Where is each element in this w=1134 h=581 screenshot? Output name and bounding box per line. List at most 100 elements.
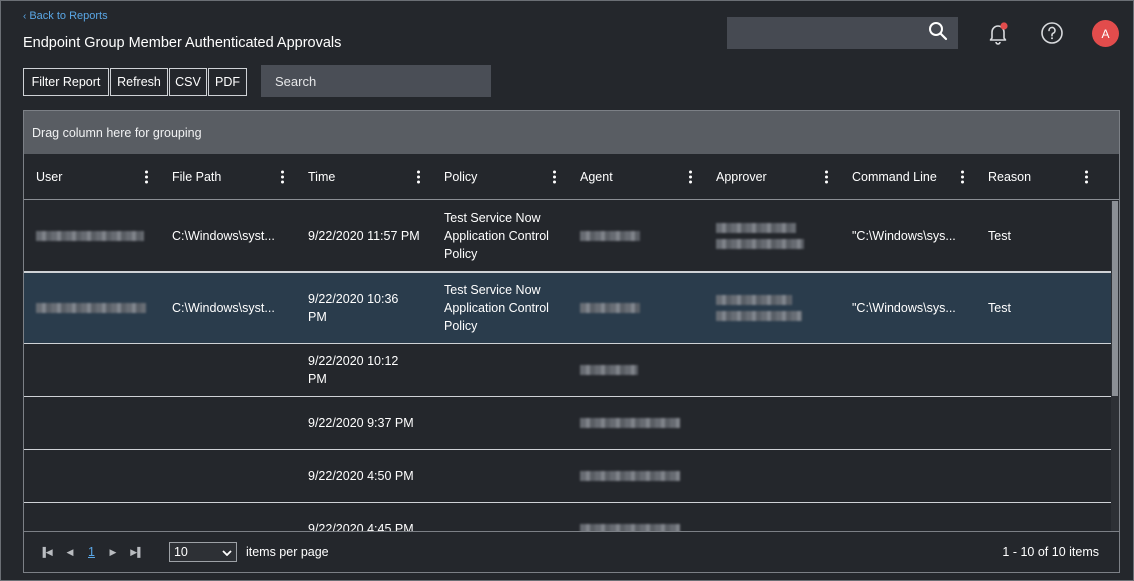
cell-approver [704,344,840,396]
items-per-page-label: items per page [245,545,329,559]
column-menu-icon[interactable] [416,170,420,183]
cell-agent [568,397,704,449]
column-header-time[interactable]: Time [296,154,432,199]
column-menu-icon[interactable] [824,170,828,183]
scrollbar-thumb[interactable] [1112,201,1118,396]
global-search-input[interactable] [727,17,958,49]
table-row[interactable]: 9/22/2020 10:12 PM [24,344,1111,397]
redacted-value [716,295,792,305]
csv-button[interactable]: CSV [169,68,207,96]
notification-bell-icon[interactable] [985,20,1011,46]
cell-file-path [160,397,296,449]
column-header-label: File Path [172,169,222,184]
page-title: Endpoint Group Member Authenticated Appr… [23,35,342,51]
column-header-label: Command Line [852,169,937,184]
cell-file-path [160,450,296,502]
pdf-button[interactable]: PDF [208,68,247,96]
column-header-label: User [36,169,63,184]
table-row[interactable]: 9/22/2020 9:37 PM [24,397,1111,450]
table-row[interactable]: 9/22/2020 4:50 PM [24,450,1111,503]
last-page-icon[interactable]: ▶▌ [127,542,147,562]
cell-user [24,503,160,533]
cell-reason [976,397,1100,449]
cell-approver [704,503,840,533]
cell-approver [704,273,840,343]
first-page-icon[interactable]: ▐◀ [36,542,56,562]
redacted-value [580,418,680,428]
cell-user [24,344,160,396]
cell-user [24,201,160,271]
column-header-label: Reason [988,169,1032,184]
column-menu-icon[interactable] [280,170,284,183]
cell-policy: Test Service Now Application Control Pol… [444,283,549,333]
column-header-agent[interactable]: Agent [568,154,704,199]
page-size-value: 10 [173,545,188,559]
column-header-command-line[interactable]: Command Line [840,154,976,199]
grid-header-row: User File Path Time Policy Agent Approve… [24,154,1119,200]
cell-agent [568,201,704,271]
redacted-value [580,471,680,481]
pager-item-count: 1 - 10 of 10 items [1002,545,1099,559]
cell-policy [432,450,568,502]
cell-command-line [840,344,976,396]
column-header-policy[interactable]: Policy [432,154,568,199]
page-number-link[interactable]: 1 [88,545,95,559]
refresh-button[interactable]: Refresh [110,68,168,96]
search-icon[interactable] [928,21,948,46]
redacted-value [716,223,796,233]
column-header-label: Time [308,169,336,184]
grid-body: C:\Windows\syst... 9/22/2020 11:57 PM Te… [24,201,1119,533]
redacted-value [36,303,146,313]
cell-command-line [840,450,976,502]
cell-file-path [160,503,296,533]
cell-reason: Test [988,301,1011,315]
column-menu-icon[interactable] [1084,170,1088,183]
grid-scrollbar[interactable] [1111,201,1119,533]
column-header-approver[interactable]: Approver [704,154,840,199]
back-link-label: Back to Reports [29,10,108,22]
back-to-reports-link[interactable]: ‹ Back to Reports [23,10,108,22]
cell-time: 9/22/2020 11:57 PM [308,229,420,243]
cell-user [24,450,160,502]
table-row[interactable]: 9/22/2020 4:45 PM [24,503,1111,533]
cell-time: 9/22/2020 10:12 PM [308,354,399,386]
report-search-input[interactable]: Search [261,65,491,97]
column-header-file-path[interactable]: File Path [160,154,296,199]
grid-pager: ▐◀ ◀ 1 ▶ ▶▌ 10 items per page 1 - 10 of … [24,531,1119,572]
cell-time: 9/22/2020 4:50 PM [308,469,414,483]
cell-file-path [160,344,296,396]
user-avatar[interactable]: A [1092,20,1119,47]
column-menu-icon[interactable] [960,170,964,183]
column-header-reason[interactable]: Reason [976,154,1100,199]
previous-page-icon[interactable]: ◀ [60,542,80,562]
column-menu-icon[interactable] [688,170,692,183]
redacted-value [580,231,640,241]
redacted-value [716,311,802,321]
redacted-value [580,365,638,375]
cell-approver [704,397,840,449]
cell-agent [568,273,704,343]
cell-reason [976,344,1100,396]
column-header-label: Agent [580,169,613,184]
cell-time: 9/22/2020 9:37 PM [308,416,414,430]
next-page-icon[interactable]: ▶ [103,542,123,562]
column-menu-icon[interactable] [552,170,556,183]
table-row-selected[interactable]: C:\Windows\syst... 9/22/2020 10:36 PM Te… [24,272,1111,344]
column-menu-icon[interactable] [144,170,148,183]
cell-agent [568,450,704,502]
cell-reason [976,450,1100,502]
cell-command-line: "C:\Windows\sys... [852,229,956,243]
filter-report-button[interactable]: Filter Report [23,68,109,96]
chevron-left-icon: ‹ [23,10,27,22]
cell-approver [704,450,840,502]
page-size-select[interactable]: 10 [168,542,237,562]
grouping-drop-zone[interactable]: Drag column here for grouping [24,111,1119,154]
report-grid: Drag column here for grouping User File … [23,110,1120,573]
column-header-label: Approver [716,169,767,184]
cell-time: 9/22/2020 10:36 PM [308,292,399,324]
cell-reason: Test [988,229,1011,243]
table-row[interactable]: C:\Windows\syst... 9/22/2020 11:57 PM Te… [24,201,1111,272]
help-icon[interactable] [1039,20,1065,46]
column-header-user[interactable]: User [24,154,160,199]
cell-policy [432,397,568,449]
